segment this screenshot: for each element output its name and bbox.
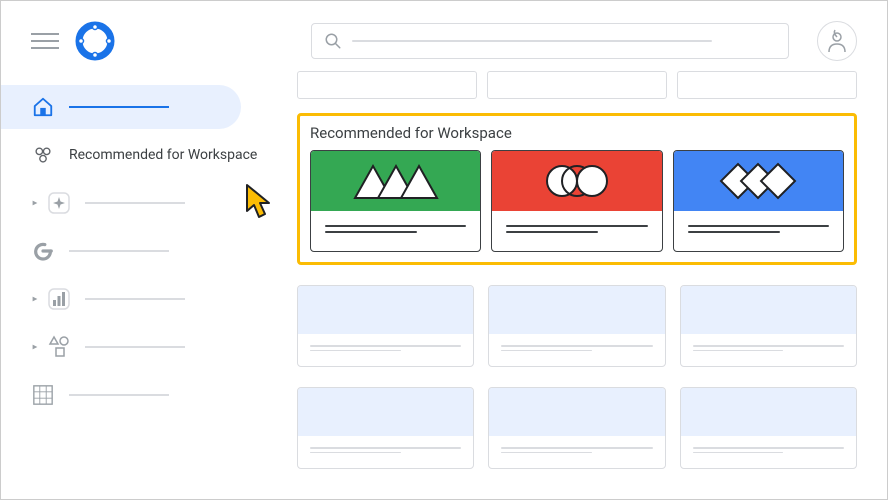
sparkle-icon	[47, 191, 71, 215]
header	[1, 1, 887, 71]
sidebar-item-label: Recommended for Workspace	[69, 147, 257, 163]
triangles-icon	[351, 160, 441, 202]
sidebar-item-google[interactable]	[1, 229, 281, 273]
app-tile[interactable]	[297, 387, 474, 469]
card-body	[311, 211, 480, 251]
main-content: Recommended for Workspace	[281, 71, 887, 499]
filter-chip[interactable]	[677, 71, 857, 99]
app-tile[interactable]	[680, 387, 857, 469]
filter-chip[interactable]	[487, 71, 667, 99]
search-input[interactable]	[311, 23, 789, 59]
menu-icon[interactable]	[31, 28, 59, 54]
app-frame: Recommended for Workspace	[0, 0, 888, 500]
main-layout: Recommended for Workspace	[1, 71, 887, 499]
app-logo[interactable]	[75, 21, 115, 61]
card-body	[492, 211, 661, 251]
featured-card-blue[interactable]	[673, 150, 844, 252]
featured-card-red[interactable]	[491, 150, 662, 252]
card-hero	[492, 151, 661, 211]
app-tile[interactable]	[297, 285, 474, 367]
card-hero	[311, 151, 480, 211]
search-icon	[324, 32, 342, 50]
sidebar: Recommended for Workspace	[1, 71, 281, 499]
filter-chip[interactable]	[297, 71, 477, 99]
circles-icon	[532, 160, 622, 202]
featured-cards	[310, 150, 844, 252]
app-tile[interactable]	[680, 285, 857, 367]
card-hero	[674, 151, 843, 211]
sidebar-item-intelligent[interactable]	[1, 181, 281, 225]
app-grid-row	[297, 285, 857, 367]
recommended-section-highlight: Recommended for Workspace	[297, 113, 857, 265]
featured-card-green[interactable]	[310, 150, 481, 252]
user-avatar[interactable]	[817, 21, 857, 61]
sidebar-item-analytics[interactable]	[1, 277, 281, 321]
section-title: Recommended for Workspace	[310, 124, 844, 142]
filter-chips	[297, 71, 857, 99]
app-tile[interactable]	[488, 387, 665, 469]
shapes-icon	[47, 335, 71, 359]
circles-icon	[31, 143, 55, 167]
sidebar-item-home[interactable]	[1, 85, 241, 129]
card-body	[674, 211, 843, 251]
g-logo-icon	[31, 239, 55, 263]
chart-icon	[47, 287, 71, 311]
sidebar-item-shapes[interactable]	[1, 325, 281, 369]
caret-icon	[31, 295, 39, 303]
sidebar-item-sheets[interactable]	[1, 373, 281, 417]
app-grid-row	[297, 387, 857, 469]
caret-icon	[31, 343, 39, 351]
caret-icon	[31, 199, 39, 207]
grid-icon	[31, 383, 55, 407]
app-tile[interactable]	[488, 285, 665, 367]
sidebar-item-recommended-workspace[interactable]: Recommended for Workspace	[1, 133, 281, 177]
home-icon	[31, 95, 55, 119]
diamonds-icon	[708, 160, 808, 202]
